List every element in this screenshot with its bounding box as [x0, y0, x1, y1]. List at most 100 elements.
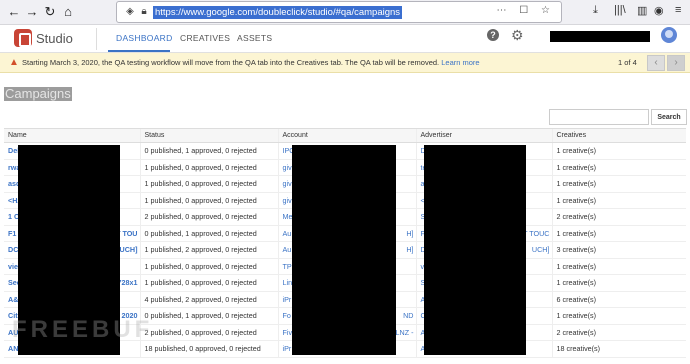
- cell-advertiser-tail: T TOUC: [523, 228, 550, 238]
- column-header-name[interactable]: Name: [4, 128, 140, 143]
- cell-account-text[interactable]: giv: [283, 179, 292, 188]
- cell-account-tail: H]: [406, 245, 414, 255]
- cell-status-text: 1 published, 2 approved, 0 rejected: [144, 245, 257, 255]
- cell-creatives: 1 creative(s): [551, 192, 686, 209]
- cell-creatives: 1 creative(s): [551, 225, 686, 242]
- cell-status-text: 4 published, 2 approved, 0 rejected: [144, 294, 257, 304]
- active-tab-indicator: [108, 50, 170, 52]
- shield-icon[interactable]: ◈: [123, 5, 137, 19]
- reload-icon[interactable]: ↻: [42, 4, 58, 20]
- help-icon[interactable]: ?: [487, 29, 499, 41]
- page-title: Campaigns: [4, 86, 72, 101]
- tab-assets[interactable]: ASSETS: [237, 33, 272, 43]
- cell-advertiser-tail: UCH]: [531, 245, 550, 255]
- back-icon[interactable]: ←: [6, 4, 22, 20]
- banner-next-button[interactable]: ›: [667, 55, 685, 71]
- banner-text: Starting March 3, 2020, the QA testing w…: [22, 58, 440, 67]
- column-header-creatives[interactable]: Creatives: [551, 128, 686, 143]
- cell-status: 0 published, 1 approved, 0 rejected: [139, 307, 278, 325]
- cell-creatives: 18 creative(s): [551, 340, 686, 358]
- cell-status-text: 2 published, 0 approved, 0 rejected: [144, 212, 257, 222]
- table-header-row: Name Status Account Advertiser Creatives: [4, 128, 686, 143]
- forward-icon[interactable]: →: [24, 4, 40, 20]
- cell-account-text[interactable]: iPr: [283, 295, 292, 304]
- cell-creatives: 1 creative(s): [551, 175, 686, 193]
- cell-status: 1 published, 0 approved, 0 rejected: [139, 258, 278, 275]
- cell-account-tail: H]: [406, 228, 414, 238]
- cell-creatives-text: 3 creative(s): [556, 245, 597, 255]
- home-icon[interactable]: ⌂: [60, 4, 76, 20]
- cell-status: 4 published, 2 approved, 0 rejected: [139, 291, 278, 308]
- cell-status-text: 1 published, 0 approved, 0 rejected: [144, 278, 257, 288]
- banner-prev-button[interactable]: ‹: [647, 55, 665, 71]
- cell-account-text[interactable]: Au: [283, 245, 292, 254]
- cell-status: 0 published, 1 approved, 0 rejected: [139, 142, 278, 160]
- cell-creatives-text: 6 creative(s): [556, 294, 597, 304]
- cell-account-text[interactable]: Fo: [283, 311, 291, 320]
- download-icon[interactable]: ⤓: [593, 4, 598, 17]
- tab-dashboard[interactable]: DASHBOARD: [116, 33, 173, 43]
- search-button[interactable]: Search: [651, 109, 687, 125]
- banner-message: Starting March 3, 2020, the QA testing w…: [22, 58, 480, 67]
- cell-account-text[interactable]: TP: [283, 262, 292, 271]
- cell-status-text: 0 published, 1 approved, 0 rejected: [144, 311, 257, 321]
- lock-icon[interactable]: 🔒︎: [137, 5, 151, 19]
- cell-status: 2 published, 0 approved, 0 rejected: [139, 208, 278, 226]
- cell-status: 18 published, 0 approved, 0 rejected: [139, 340, 278, 358]
- redaction-block-account: [292, 145, 396, 355]
- cell-creatives-text: 1 creative(s): [556, 311, 597, 321]
- cell-account-text[interactable]: giv: [283, 196, 292, 205]
- cell-creatives: 1 creative(s): [551, 142, 686, 160]
- cell-account-tail: LNZ -: [395, 327, 414, 337]
- column-header-account[interactable]: Account: [277, 128, 416, 143]
- cell-creatives-text: 18 creative(s): [556, 344, 601, 354]
- gear-icon[interactable]: ⚙: [511, 28, 524, 42]
- cell-account-text[interactable]: giv: [283, 163, 292, 172]
- watermark: FREEBUF: [12, 316, 154, 343]
- cell-status: 1 published, 0 approved, 0 rejected: [139, 274, 278, 292]
- search-input[interactable]: [549, 109, 649, 125]
- cell-creatives: 1 creative(s): [551, 258, 686, 275]
- redaction-block-advertiser: [424, 145, 526, 355]
- account-icon[interactable]: ◉: [654, 4, 664, 17]
- cell-name-tail: UCH]: [119, 245, 138, 255]
- cell-creatives: 2 creative(s): [551, 208, 686, 226]
- cell-creatives-text: 1 creative(s): [556, 179, 597, 189]
- cell-account-text[interactable]: iPr: [283, 344, 292, 353]
- cell-status: 2 published, 0 approved, 0 rejected: [139, 324, 278, 341]
- cell-account-text[interactable]: Me: [283, 212, 293, 221]
- cell-status-text: 1 published, 0 approved, 0 rejected: [144, 195, 257, 205]
- address-bar[interactable]: ◈ 🔒︎ https://www.google.com/doubleclick/…: [116, 1, 562, 23]
- studio-logo-icon[interactable]: [14, 29, 32, 47]
- cell-account-tail: ND: [403, 311, 414, 321]
- cell-account-text[interactable]: Au: [283, 229, 292, 238]
- cell-status: 1 published, 0 approved, 0 rejected: [139, 159, 278, 176]
- menu-icon[interactable]: ≡: [675, 4, 681, 16]
- cell-creatives: 2 creative(s): [551, 324, 686, 341]
- url-text[interactable]: https://www.google.com/doubleclick/studi…: [153, 6, 403, 19]
- cell-status: 1 published, 0 approved, 0 rejected: [139, 175, 278, 193]
- cell-creatives-text: 2 creative(s): [556, 212, 597, 222]
- tab-creatives[interactable]: CREATIVES: [180, 33, 230, 43]
- notification-banner: ▲ Starting March 3, 2020, the QA testing…: [0, 53, 690, 73]
- learn-more-link[interactable]: Learn more: [441, 58, 479, 67]
- cell-status-text: 18 published, 0 approved, 0 rejected: [144, 344, 261, 354]
- page-actions-icon[interactable]: ⋯ ☐ ☆: [497, 5, 556, 16]
- sidebar-icon[interactable]: ▥: [637, 4, 647, 17]
- cell-creatives-text: 1 creative(s): [556, 195, 597, 205]
- column-header-status[interactable]: Status: [139, 128, 278, 143]
- cell-status-text: 1 published, 0 approved, 0 rejected: [144, 179, 257, 189]
- redacted-account-name: [550, 31, 650, 42]
- cell-creatives-text: 2 creative(s): [556, 327, 597, 337]
- cell-account-text[interactable]: Fiv: [283, 328, 293, 337]
- brand-name[interactable]: Studio: [36, 31, 73, 46]
- cell-account-text[interactable]: Lin: [283, 278, 293, 287]
- library-icon[interactable]: |||\: [614, 4, 626, 16]
- cell-status: 0 published, 1 approved, 0 rejected: [139, 225, 278, 242]
- cell-creatives-text: 1 creative(s): [556, 162, 597, 172]
- cell-status: 1 published, 2 approved, 0 rejected: [139, 241, 278, 259]
- warning-icon: ▲: [9, 57, 19, 68]
- column-header-advertiser[interactable]: Advertiser: [415, 128, 552, 143]
- avatar[interactable]: [661, 27, 677, 43]
- cell-creatives: 1 creative(s): [551, 159, 686, 176]
